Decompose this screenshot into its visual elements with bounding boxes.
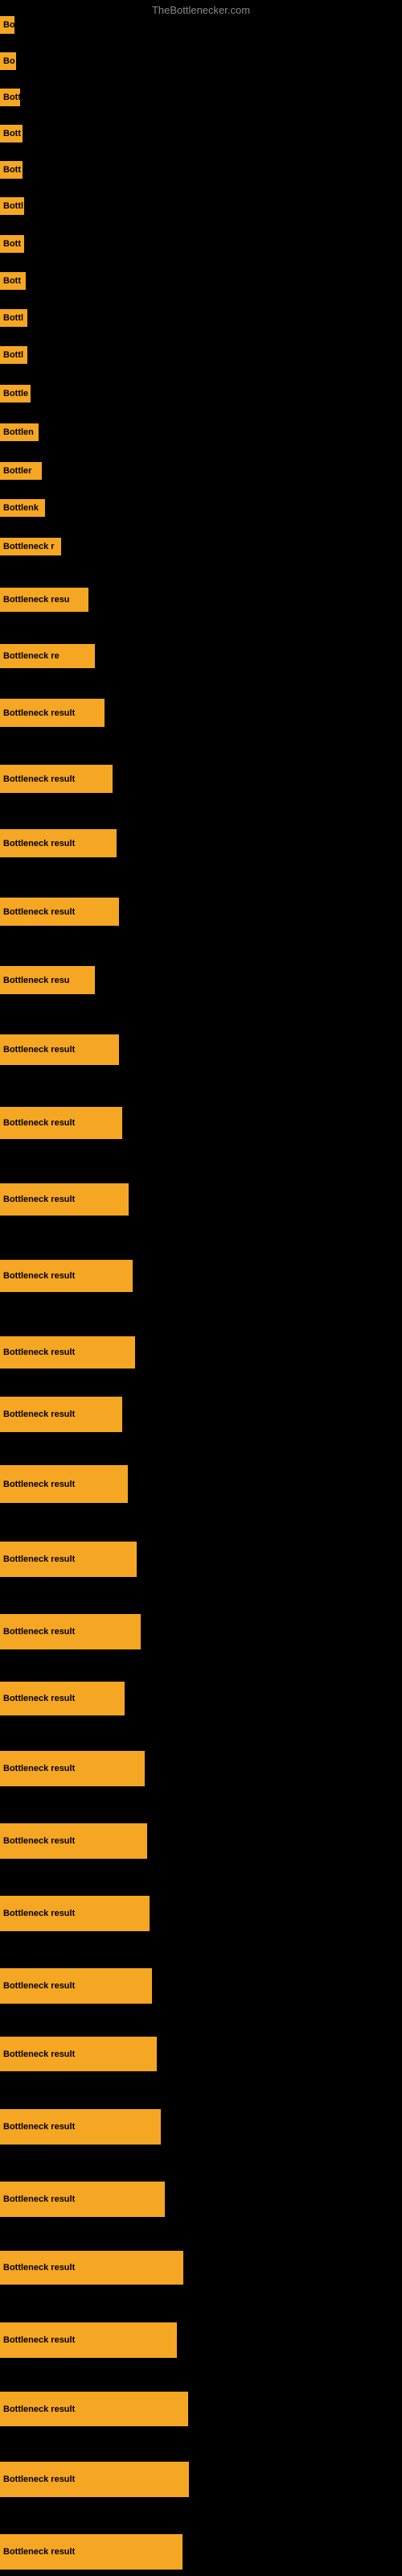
- bar-item: Bottleneck result: [0, 2322, 177, 2358]
- bar-item: Bottleneck result: [0, 1107, 122, 1139]
- bar-item: Bott: [0, 125, 23, 142]
- bottleneck-bar[interactable]: Bottleneck result: [0, 1260, 133, 1292]
- bar-item: Bottleneck result: [0, 2037, 157, 2071]
- bottleneck-bar[interactable]: Bott: [0, 272, 26, 290]
- bar-item: Bottler: [0, 462, 42, 480]
- bottleneck-bar[interactable]: Bottleneck resu: [0, 588, 88, 612]
- bottleneck-bar[interactable]: Bottl: [0, 309, 27, 327]
- bottleneck-bar[interactable]: Bottleneck result: [0, 1183, 129, 1216]
- bottleneck-bar[interactable]: Bottleneck result: [0, 1614, 141, 1649]
- bottleneck-bar[interactable]: Bottleneck result: [0, 1107, 122, 1139]
- bar-item: Bottleneck result: [0, 765, 113, 793]
- bar-item: Bott: [0, 235, 24, 253]
- bar-item: Bottleneck r: [0, 538, 61, 555]
- bar-item: Bottleneck result: [0, 2251, 183, 2285]
- bar-item: Bottleneck result: [0, 1336, 135, 1368]
- bottleneck-bar[interactable]: Bottl: [0, 197, 24, 215]
- bottleneck-bar[interactable]: Bottleneck result: [0, 2182, 165, 2217]
- bottleneck-bar[interactable]: Bottleneck result: [0, 829, 117, 857]
- bottleneck-bar[interactable]: Bottleneck result: [0, 765, 113, 793]
- bar-item: Bottleneck result: [0, 1542, 137, 1577]
- bottleneck-bar[interactable]: Bottleneck resu: [0, 966, 95, 994]
- bar-item: Bottleneck result: [0, 1034, 119, 1065]
- bottleneck-bar[interactable]: Bottleneck result: [0, 2392, 188, 2426]
- site-title: TheBottlenecker.com: [152, 4, 250, 16]
- bottleneck-bar[interactable]: Bottleneck result: [0, 1034, 119, 1065]
- bar-item: Bottl: [0, 346, 27, 364]
- bottleneck-bar[interactable]: Bottleneck result: [0, 898, 119, 926]
- bar-item: Bottleneck result: [0, 1614, 141, 1649]
- bottleneck-bar[interactable]: Bottleneck result: [0, 1968, 152, 2004]
- bottleneck-bar[interactable]: Bottleneck result: [0, 2534, 183, 2570]
- bottleneck-bar[interactable]: Bottle: [0, 385, 31, 402]
- bar-item: Bottleneck result: [0, 1823, 147, 1859]
- bottleneck-bar[interactable]: Bottleneck result: [0, 1751, 145, 1786]
- bar-item: Bottleneck result: [0, 2392, 188, 2426]
- bottleneck-bar[interactable]: Bo: [0, 52, 16, 70]
- bar-item: Bottleneck result: [0, 1896, 150, 1931]
- bar-item: Bottleneck result: [0, 1682, 125, 1715]
- bottleneck-bar[interactable]: Bottleneck re: [0, 644, 95, 668]
- bottleneck-bar[interactable]: Bottleneck result: [0, 2462, 189, 2497]
- bar-item: Bott: [0, 89, 20, 106]
- bar-item: Bottleneck result: [0, 1465, 128, 1503]
- bottleneck-bar[interactable]: Bott: [0, 235, 24, 253]
- bottleneck-bar[interactable]: Bottleneck result: [0, 2037, 157, 2071]
- bar-item: Bott: [0, 272, 26, 290]
- bar-item: Bottleneck result: [0, 2534, 183, 2570]
- bar-item: Bottle: [0, 385, 31, 402]
- bar-item: Bottleneck result: [0, 1751, 145, 1786]
- bar-item: Bottlenk: [0, 499, 45, 517]
- bottleneck-bar[interactable]: Bo: [0, 16, 14, 34]
- bar-item: Bottleneck result: [0, 829, 117, 857]
- bar-item: Bottleneck resu: [0, 966, 95, 994]
- bar-item: Bottlen: [0, 423, 39, 441]
- bar-item: Bottleneck result: [0, 2462, 189, 2497]
- bar-item: Bottl: [0, 197, 24, 215]
- bottleneck-bar[interactable]: Bottleneck result: [0, 1542, 137, 1577]
- bottleneck-bar[interactable]: Bottleneck result: [0, 1465, 128, 1503]
- bar-item: Bo: [0, 16, 14, 34]
- bottleneck-bar[interactable]: Bott: [0, 125, 23, 142]
- bottleneck-bar[interactable]: Bottleneck result: [0, 1823, 147, 1859]
- bar-item: Bo: [0, 52, 16, 70]
- bar-item: Bottleneck result: [0, 2182, 165, 2217]
- bar-item: Bottleneck result: [0, 2109, 161, 2145]
- bar-item: Bottleneck result: [0, 699, 105, 727]
- bar-item: Bottleneck re: [0, 644, 95, 668]
- bar-item: Bottleneck result: [0, 1183, 129, 1216]
- bar-item: Bottl: [0, 309, 27, 327]
- bottleneck-bar[interactable]: Bottleneck result: [0, 1896, 150, 1931]
- bottleneck-bar[interactable]: Bott: [0, 89, 20, 106]
- bottleneck-bar[interactable]: Bottlen: [0, 423, 39, 441]
- bottleneck-bar[interactable]: Bott: [0, 161, 23, 179]
- bar-item: Bott: [0, 161, 23, 179]
- bottleneck-bar[interactable]: Bottl: [0, 346, 27, 364]
- bottleneck-bar[interactable]: Bottleneck result: [0, 2251, 183, 2285]
- bar-item: Bottleneck result: [0, 1397, 122, 1432]
- bottleneck-bar[interactable]: Bottleneck result: [0, 1682, 125, 1715]
- bottleneck-bar[interactable]: Bottleneck result: [0, 699, 105, 727]
- bottleneck-bar[interactable]: Bottleneck result: [0, 2109, 161, 2145]
- bottleneck-bar[interactable]: Bottleneck result: [0, 2322, 177, 2358]
- bottleneck-bar[interactable]: Bottler: [0, 462, 42, 480]
- bar-item: Bottleneck result: [0, 898, 119, 926]
- bottleneck-bar[interactable]: Bottleneck result: [0, 1336, 135, 1368]
- bar-item: Bottleneck result: [0, 1260, 133, 1292]
- bottleneck-bar[interactable]: Bottlenk: [0, 499, 45, 517]
- bottleneck-bar[interactable]: Bottleneck r: [0, 538, 61, 555]
- bar-item: Bottleneck result: [0, 1968, 152, 2004]
- bar-item: Bottleneck resu: [0, 588, 88, 612]
- bottleneck-bar[interactable]: Bottleneck result: [0, 1397, 122, 1432]
